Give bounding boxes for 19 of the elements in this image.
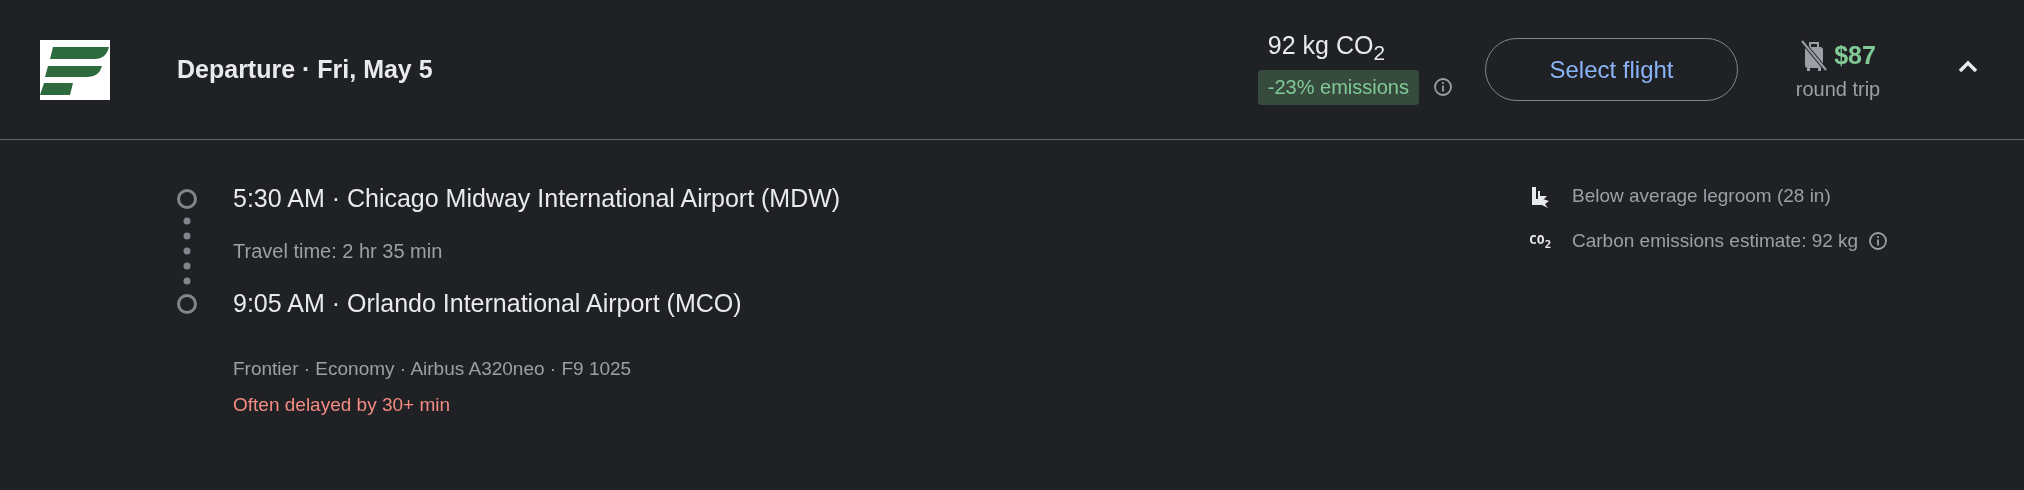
price: $87	[1834, 40, 1876, 70]
amenity-text: Below average legroom (28 in)	[1572, 185, 1831, 207]
co2-icon: CO$_{2}$	[1529, 231, 1552, 251]
info-icon[interactable]	[1433, 77, 1453, 97]
flight-details: Frontier · Economy · Airbus A320neo · F9 1025	[233, 358, 633, 380]
stop-circle-icon	[176, 187, 198, 210]
airline-logo	[40, 39, 110, 100]
delay-warning: Often delayed by 30+ min	[233, 394, 452, 416]
travel-time: Travel time: 2 hr 35 min	[233, 239, 444, 263]
emissions-badge: -23% emissions	[1257, 69, 1419, 105]
departure-stop: 5:30 AM · Chicago Midway International Airport (MDW)	[233, 184, 842, 213]
no-bag-icon	[1800, 38, 1829, 72]
emissions-amount: 92 kg CO$_{2}$	[1267, 30, 1386, 65]
amenity-text: Carbon emissions estimate: 92 kg	[1572, 230, 1859, 252]
flight-title: Departure · Fri, May 5	[177, 55, 434, 84]
arrival-stop: 9:05 AM · Orlando International Airport (MCO)	[233, 289, 743, 318]
stop-circle-icon	[176, 292, 198, 315]
info-icon[interactable]	[1868, 231, 1889, 251]
price-note: round trip	[1795, 78, 1881, 101]
